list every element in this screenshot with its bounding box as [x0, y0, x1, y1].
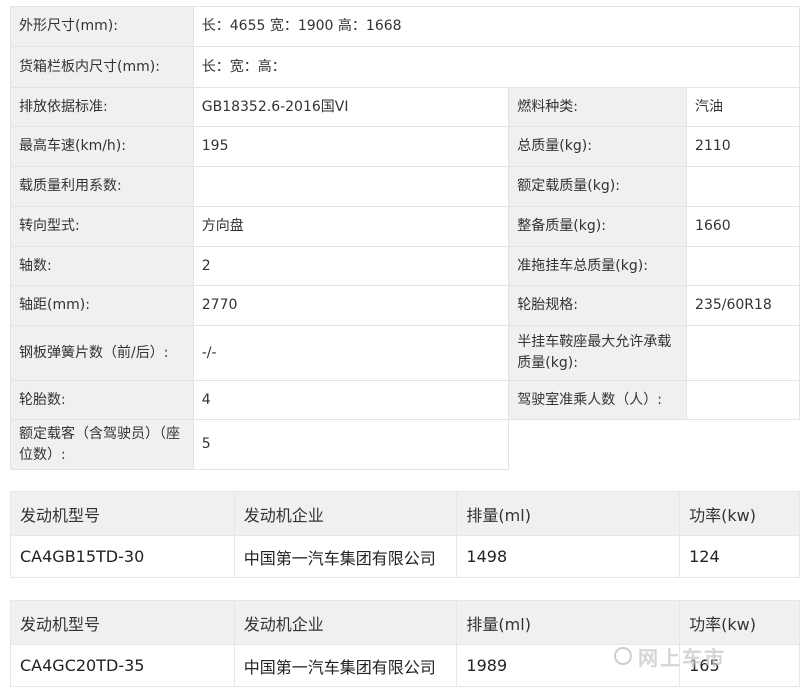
engine-power: 124 — [679, 535, 800, 578]
spec-row: 最高车速(km/h): 195 总质量(kg): 2110 — [10, 126, 800, 167]
spec-row: 排放依据标准: GB18352.6-2016国VI 燃料种类: 汽油 — [10, 87, 800, 127]
spec-value: 长：4655 宽：1900 高：1668 — [192, 6, 800, 47]
spec-row: 轮胎数: 4 驾驶室准乘人数（人）: — [10, 380, 800, 420]
spec-empty-cell — [508, 419, 800, 470]
header-engine-maker: 发动机企业 — [233, 491, 458, 536]
spec-label: 驾驶室准乘人数（人）: — [508, 380, 688, 420]
spec-value: -/- — [192, 325, 510, 381]
header-power: 功率(kw) — [679, 600, 800, 645]
spec-value — [686, 246, 800, 286]
spec-value — [686, 380, 800, 420]
spec-label: 轴数: — [10, 246, 194, 286]
spec-label: 外形尺寸(mm): — [10, 6, 194, 47]
spec-value: 汽油 — [686, 87, 800, 127]
spec-label: 最高车速(km/h): — [10, 126, 194, 167]
engine-table-1: 发动机型号 发动机企业 排量(ml) 功率(kw) CA4GB15TD-30 中… — [10, 491, 800, 578]
engine-table-header: 发动机型号 发动机企业 排量(ml) 功率(kw) — [10, 600, 800, 645]
engine-displacement: 1498 — [456, 535, 681, 578]
spec-label: 燃料种类: — [508, 87, 688, 127]
spec-label: 转向型式: — [10, 206, 194, 247]
spec-value: 方向盘 — [192, 206, 510, 247]
engine-table-row: CA4GC20TD-35 中国第一汽车集团有限公司 1989 165 — [10, 644, 800, 687]
spec-row: 轴数: 2 准拖挂车总质量(kg): — [10, 246, 800, 286]
spec-label: 钢板弹簧片数（前/后）: — [10, 325, 194, 381]
spec-label: 轴距(mm): — [10, 285, 194, 326]
spec-value: 235/60R18 — [686, 285, 800, 326]
spec-value: 2 — [192, 246, 510, 286]
spec-row: 转向型式: 方向盘 整备质量(kg): 1660 — [10, 206, 800, 247]
engine-power: 165 — [679, 644, 800, 687]
spec-value: 长：宽：高： — [192, 46, 800, 88]
spec-label: 整备质量(kg): — [508, 206, 688, 247]
spec-value: 195 — [192, 126, 510, 167]
header-displacement: 排量(ml) — [456, 600, 681, 645]
spec-row: 货箱栏板内尺寸(mm): 长：宽：高： — [10, 46, 800, 88]
spec-row: 钢板弹簧片数（前/后）: -/- 半挂车鞍座最大允许承载质量(kg): — [10, 325, 800, 381]
vehicle-spec-table: 外形尺寸(mm): 长：4655 宽：1900 高：1668 货箱栏板内尺寸(m… — [10, 6, 800, 470]
spec-value: GB18352.6-2016国VI — [192, 87, 510, 127]
spec-label: 总质量(kg): — [508, 126, 688, 167]
engine-model: CA4GC20TD-35 — [10, 644, 235, 687]
engine-table-header: 发动机型号 发动机企业 排量(ml) 功率(kw) — [10, 491, 800, 536]
spec-value: 4 — [192, 380, 510, 420]
engine-table-row: CA4GB15TD-30 中国第一汽车集团有限公司 1498 124 — [10, 535, 800, 578]
header-engine-model: 发动机型号 — [10, 491, 235, 536]
spec-row: 载质量利用系数: 额定载质量(kg): — [10, 166, 800, 207]
spec-value: 5 — [192, 419, 510, 470]
spec-label: 排放依据标准: — [10, 87, 194, 127]
header-engine-maker: 发动机企业 — [233, 600, 458, 645]
header-displacement: 排量(ml) — [456, 491, 681, 536]
header-engine-model: 发动机型号 — [10, 600, 235, 645]
spec-value — [192, 166, 510, 207]
spec-label: 轮胎规格: — [508, 285, 688, 326]
engine-maker: 中国第一汽车集团有限公司 — [233, 535, 458, 578]
spec-label: 货箱栏板内尺寸(mm): — [10, 46, 194, 88]
spec-label: 轮胎数: — [10, 380, 194, 420]
spec-label: 载质量利用系数: — [10, 166, 194, 207]
spec-value — [686, 166, 800, 207]
engine-table-2: 发动机型号 发动机企业 排量(ml) 功率(kw) CA4GC20TD-35 中… — [10, 600, 800, 687]
spec-row: 外形尺寸(mm): 长：4655 宽：1900 高：1668 — [10, 6, 800, 47]
spec-label: 额定载质量(kg): — [508, 166, 688, 207]
header-power: 功率(kw) — [679, 491, 800, 536]
engine-maker: 中国第一汽车集团有限公司 — [233, 644, 458, 687]
engine-model: CA4GB15TD-30 — [10, 535, 235, 578]
spec-value: 2770 — [192, 285, 510, 326]
engine-displacement: 1989 — [456, 644, 681, 687]
spec-value — [686, 325, 800, 381]
spec-label: 准拖挂车总质量(kg): — [508, 246, 688, 286]
spec-value: 2110 — [686, 126, 800, 167]
spec-row: 额定载客（含驾驶员）（座位数）: 5 — [10, 419, 800, 470]
spec-value: 1660 — [686, 206, 800, 247]
spec-label: 半挂车鞍座最大允许承载质量(kg): — [508, 325, 688, 381]
spec-label: 额定载客（含驾驶员）（座位数）: — [10, 419, 194, 470]
spec-row: 轴距(mm): 2770 轮胎规格: 235/60R18 — [10, 285, 800, 326]
